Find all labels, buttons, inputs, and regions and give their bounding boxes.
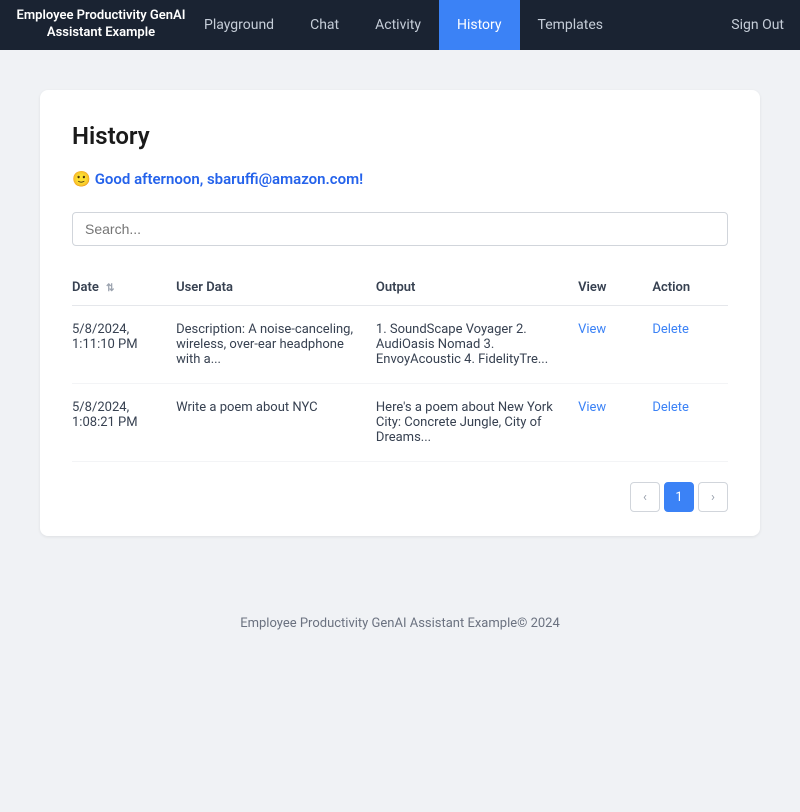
nav-link-playground[interactable]: Playground [186,0,292,50]
navbar: Employee Productivity GenAI Assistant Ex… [0,0,800,50]
sort-icon-date: ⇅ [106,283,114,294]
view-link-1[interactable]: View [578,322,606,337]
table-row: 5/8/2024, 1:08:21 PM Write a poem about … [72,384,728,462]
page-title: History [72,122,728,150]
content-card: History 🙂Good afternoon, sbaruffi@amazon… [40,90,760,536]
cell-view-1: View [578,306,652,384]
col-header-view: View [578,270,652,306]
cell-view-2: View [578,384,652,462]
greeting-emoji: 🙂 [72,170,91,188]
nav-link-history[interactable]: History [439,0,520,50]
pagination-page-1[interactable]: 1 [664,482,694,512]
view-link-2[interactable]: View [578,400,606,415]
signout-button[interactable]: Sign Out [731,17,784,33]
nav-links: Playground Chat Activity History Templat… [186,0,731,50]
greeting: 🙂Good afternoon, sbaruffi@amazon.com! [72,170,728,188]
col-header-output: Output [376,270,578,306]
search-input[interactable] [72,212,728,246]
main-container: History 🙂Good afternoon, sbaruffi@amazon… [20,50,780,556]
app-brand: Employee Productivity GenAI Assistant Ex… [16,8,186,42]
cell-action-1: Delete [652,306,728,384]
cell-userdata-2: Write a poem about NYC [176,384,376,462]
pagination-prev[interactable]: ‹ [630,482,660,512]
cell-output-1: 1. SoundScape Voyager 2. AudiOasis Nomad… [376,306,578,384]
cell-userdata-1: Description: A noise-canceling, wireless… [176,306,376,384]
table-body: 5/8/2024, 1:11:10 PM Description: A nois… [72,306,728,462]
col-header-userdata: User Data [176,270,376,306]
footer: Employee Productivity GenAI Assistant Ex… [0,596,800,651]
nav-link-activity[interactable]: Activity [357,0,439,50]
cell-date-1: 5/8/2024, 1:11:10 PM [72,306,176,384]
footer-text: Employee Productivity GenAI Assistant Ex… [240,616,560,631]
pagination-next[interactable]: › [698,482,728,512]
col-header-date[interactable]: Date ⇅ [72,270,176,306]
table-row: 5/8/2024, 1:11:10 PM Description: A nois… [72,306,728,384]
col-header-action: Action [652,270,728,306]
nav-link-templates[interactable]: Templates [520,0,622,50]
pagination: ‹ 1 › [72,482,728,512]
search-container [72,212,728,246]
nav-link-chat[interactable]: Chat [292,0,357,50]
cell-action-2: Delete [652,384,728,462]
cell-output-2: Here's a poem about New York City: Concr… [376,384,578,462]
history-table: Date ⇅ User Data Output View Action 5/8/… [72,270,728,462]
greeting-text: Good afternoon, sbaruffi@amazon.com! [95,170,363,188]
table-header: Date ⇅ User Data Output View Action [72,270,728,306]
delete-link-1[interactable]: Delete [652,322,689,337]
delete-link-2[interactable]: Delete [652,400,689,415]
cell-date-2: 5/8/2024, 1:08:21 PM [72,384,176,462]
